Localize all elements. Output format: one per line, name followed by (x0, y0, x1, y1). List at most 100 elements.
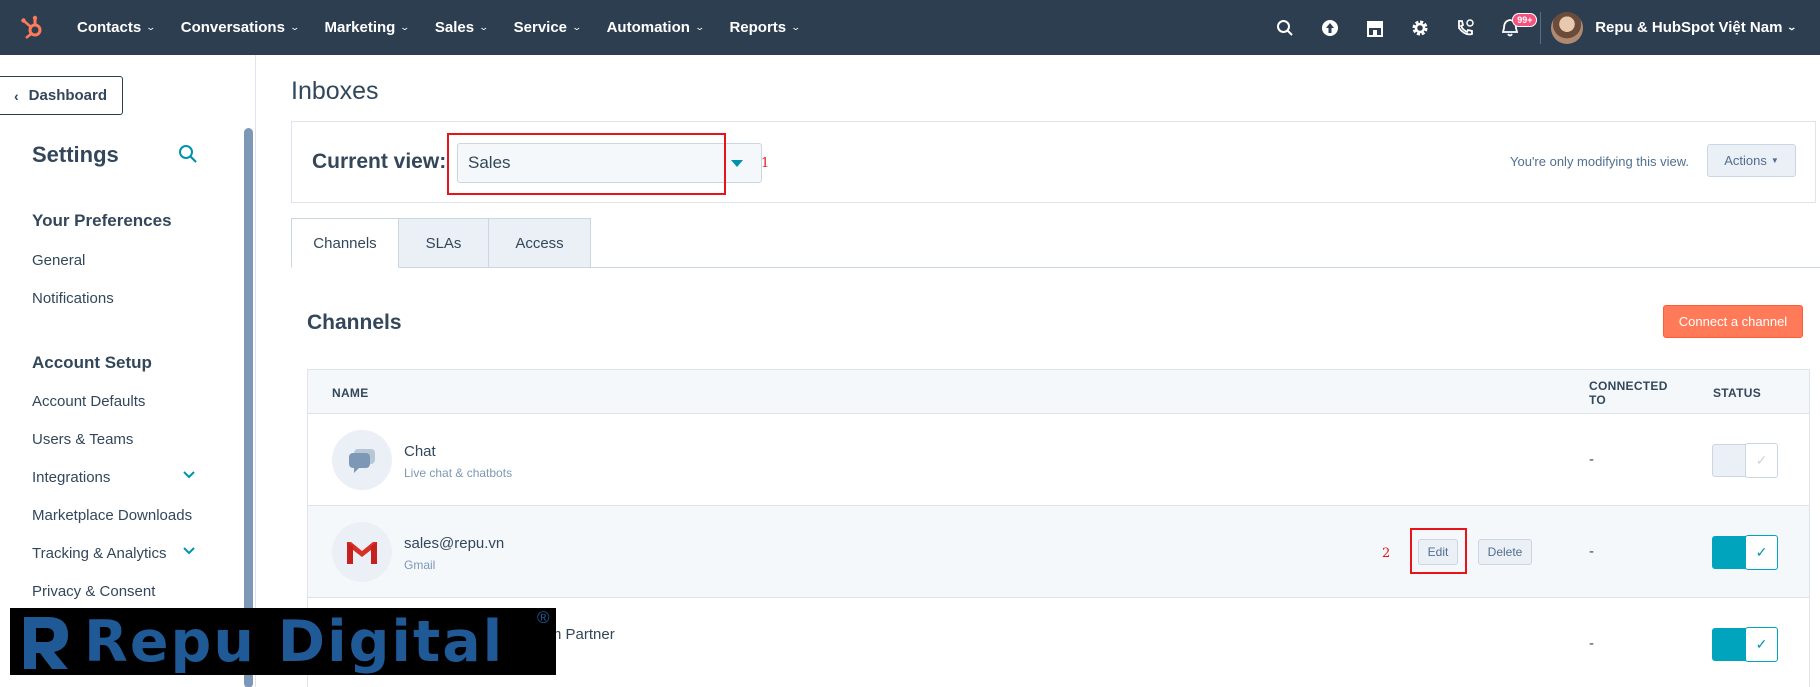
annotation-number-2: 2 (1382, 546, 1391, 561)
table-row[interactable]: Chat Live chat & chatbots - ✓ (308, 414, 1809, 506)
chevron-down-icon: ⌄ (571, 22, 583, 32)
search-icon[interactable] (1262, 0, 1307, 55)
modify-note: You're only modifying this view. (1510, 154, 1690, 169)
annotation-number-1: 1 (761, 156, 770, 171)
nav-conversations-label: Conversations (180, 19, 285, 36)
chevron-down-icon: ⌄ (694, 22, 705, 32)
gmail-icon (332, 522, 392, 582)
page-title: Inboxes (291, 77, 379, 105)
sidebar-item-tracking-analytics[interactable]: Tracking & Analytics (32, 545, 167, 562)
column-name[interactable]: NAME (332, 386, 369, 400)
connected-to-value: - (1589, 543, 1594, 560)
checkmark-icon: ✓ (1745, 535, 1778, 570)
chat-bubble-icon (332, 430, 392, 490)
repu-digital-watermark: Repu Digital ® (10, 608, 556, 675)
settings-sidebar: ‹ Dashboard Settings Your Preferences Ge… (0, 55, 256, 687)
nav-reports-label: Reports (729, 19, 787, 36)
dashboard-back-button[interactable]: ‹ Dashboard (0, 76, 123, 115)
nav-contacts[interactable]: Contacts ⌄ (64, 19, 168, 36)
watermark-text: Repu Digital (84, 608, 505, 675)
status-toggle[interactable]: ✓ (1712, 443, 1778, 478)
connected-to-value: - (1589, 451, 1594, 468)
registered-mark: ® (537, 608, 550, 627)
sidebar-item-privacy-consent[interactable]: Privacy & Consent (32, 583, 155, 600)
status-toggle[interactable]: ✓ (1712, 535, 1778, 570)
nav-divider (1540, 11, 1542, 44)
nav-automation[interactable]: Automation ⌄ (594, 19, 717, 36)
tab-slas[interactable]: SLAs (399, 218, 489, 268)
tab-access[interactable]: Access (489, 218, 591, 268)
checkmark-icon: ✓ (1745, 443, 1778, 478)
connect-channel-button[interactable]: Connect a channel (1663, 305, 1803, 338)
marketplace-icon[interactable] (1352, 0, 1397, 55)
chevron-down-icon: ⌄ (399, 22, 411, 32)
nav-conversations[interactable]: Conversations ⌄ (168, 19, 312, 36)
channel-type: Gmail (404, 558, 436, 572)
channel-type: Live chat & chatbots (404, 466, 513, 480)
notification-count-badge: 99+ (1512, 13, 1538, 27)
tab-channels[interactable]: Channels (291, 218, 399, 268)
nav-marketing-label: Marketing (324, 19, 396, 36)
nav-sales[interactable]: Sales ⌄ (422, 19, 501, 36)
nav-menu: Contacts ⌄ Conversations ⌄ Marketing ⌄ Sale… (64, 19, 813, 36)
account-name: Repu & HubSpot Việt Nam (1595, 19, 1783, 36)
channel-name[interactable]: sales@repu.vn (404, 535, 504, 552)
checkmark-icon: ✓ (1745, 627, 1778, 662)
avatar[interactable] (1551, 11, 1584, 44)
annotation-box-1 (447, 133, 726, 195)
sidebar-scrollbar[interactable] (244, 128, 253, 687)
sidebar-item-notifications[interactable]: Notifications (32, 290, 114, 307)
actions-label: Actions (1724, 153, 1767, 168)
sidebar-item-marketplace-downloads[interactable]: Marketplace Downloads (32, 507, 192, 524)
top-navigation: Contacts ⌄ Conversations ⌄ Marketing ⌄ Sale… (0, 0, 1820, 55)
delete-button[interactable]: Delete (1478, 539, 1532, 565)
account-menu[interactable]: Repu & HubSpot Việt Nam ⌄ (1595, 19, 1820, 36)
status-toggle[interactable]: ✓ (1712, 627, 1778, 662)
upgrade-icon[interactable] (1307, 0, 1352, 55)
channel-name[interactable]: Chat (404, 443, 436, 460)
current-view-panel: Current view: Sales 1 You're only modify… (291, 121, 1816, 203)
nav-marketing[interactable]: Marketing ⌄ (311, 19, 421, 36)
chevron-down-icon[interactable] (182, 543, 196, 561)
caret-down-icon: ▼ (1770, 156, 1779, 165)
chevron-left-icon: ‹ (14, 87, 19, 104)
channels-heading: Channels (307, 311, 402, 334)
nav-sales-label: Sales (434, 19, 475, 36)
nav-automation-label: Automation (606, 19, 690, 36)
nav-reports[interactable]: Reports ⌄ (716, 19, 812, 36)
repu-logo-icon (24, 616, 68, 669)
chevron-down-icon: ⌄ (145, 22, 157, 32)
chevron-down-icon: ⌄ (289, 22, 300, 32)
notifications-bell-icon[interactable]: 99+ (1487, 0, 1538, 55)
dashboard-label: Dashboard (28, 87, 108, 104)
search-icon[interactable] (178, 144, 198, 169)
chevron-down-icon: ⌄ (1786, 22, 1798, 32)
main-content: Inboxes Current view: Sales 1 You're onl… (257, 55, 1820, 687)
sidebar-item-users-teams[interactable]: Users & Teams (32, 431, 133, 448)
annotation-box-2 (1410, 528, 1467, 574)
actions-button[interactable]: Actions ▼ (1707, 144, 1796, 177)
caret-down-icon (731, 160, 743, 167)
sidebar-item-integrations[interactable]: Integrations (32, 469, 110, 486)
table-header: NAME CONNECTED TO STATUS (308, 370, 1809, 414)
column-connected-to[interactable]: CONNECTED TO (1589, 379, 1679, 407)
sidebar-item-account-defaults[interactable]: Account Defaults (32, 393, 145, 410)
nav-service-label: Service (513, 19, 568, 36)
settings-title: Settings (32, 142, 119, 167)
chevron-down-icon: ⌄ (478, 22, 490, 32)
section-account-setup: Account Setup (32, 353, 152, 372)
table-row[interactable]: sales@repu.vn Gmail Edit Delete 2 - ✓ (308, 506, 1809, 598)
nav-utilities: 99+ Repu & HubSpot Việt Nam ⌄ (1262, 0, 1820, 55)
column-status[interactable]: STATUS (1713, 386, 1761, 400)
current-view-label: Current view: (312, 150, 447, 173)
calling-icon[interactable] (1442, 0, 1487, 55)
nav-service[interactable]: Service ⌄ (501, 19, 594, 36)
section-your-preferences: Your Preferences (32, 211, 172, 230)
inbox-tabs: Channels SLAs Access (291, 218, 591, 268)
connected-to-value: - (1589, 635, 1594, 652)
chevron-down-icon: ⌄ (790, 22, 802, 32)
chevron-down-icon[interactable] (182, 467, 196, 485)
sidebar-item-general[interactable]: General (32, 252, 85, 269)
hubspot-logo-icon[interactable] (0, 0, 64, 55)
gear-icon[interactable] (1397, 0, 1442, 55)
